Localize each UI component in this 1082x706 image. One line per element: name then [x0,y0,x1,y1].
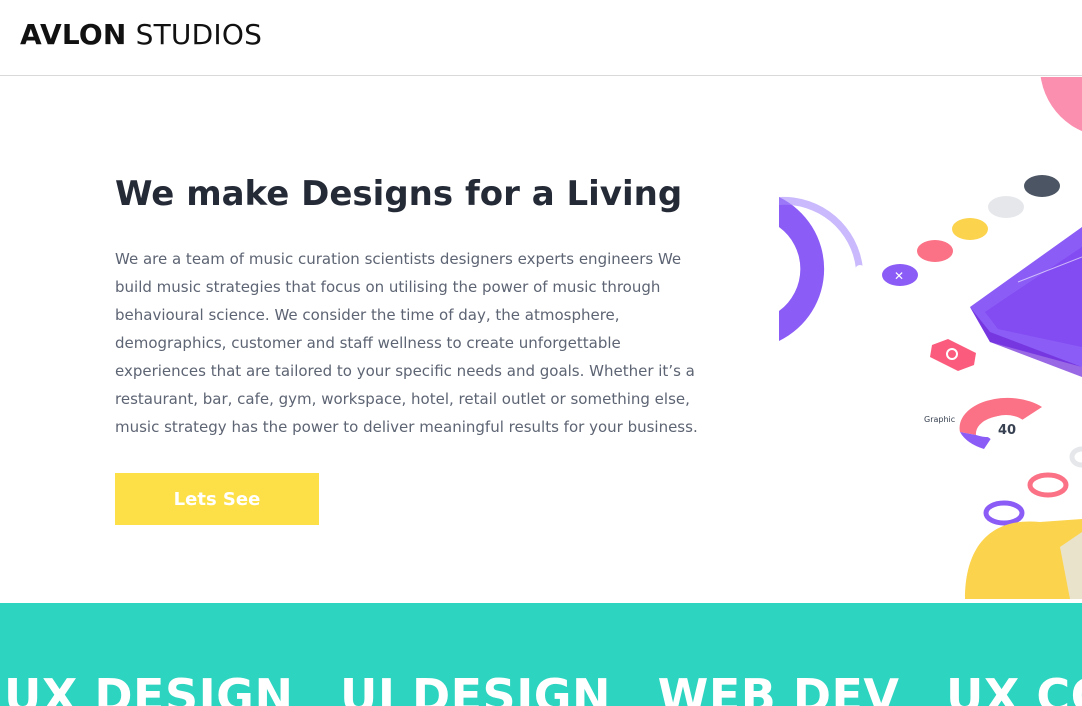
pink-blob-shape [1040,77,1082,132]
services-band: UX DESIGN UI DESIGN WEB DEV UX CONSU [0,603,1082,706]
ring-pink [1027,472,1069,498]
services-marquee: UX DESIGN UI DESIGN WEB DEV UX CONSU [4,669,1082,706]
purple-ring-shape [779,197,825,341]
service-ui-design: UI DESIGN [339,669,612,706]
brand-name-strong: AVLON [20,18,127,51]
dot-light [988,196,1024,218]
brand-name-light: STUDIOS [135,18,263,51]
brand-logo[interactable]: AVLON STUDIOS [20,18,262,51]
svg-text:✕: ✕ [894,269,904,283]
service-ux-consulting: UX CONSU [946,669,1082,706]
hero-illustration: ✕ 40 Graphic [779,77,1082,599]
hero-headline: We make Designs for a Living [115,174,683,214]
gauge-label: Graphic [924,415,955,424]
gauge-value: 40 [998,423,1016,438]
hero-description: We are a team of music curation scientis… [115,250,698,436]
lets-see-button[interactable]: Lets See [115,473,319,525]
service-ux-design: UX DESIGN [4,669,294,706]
ring-purple [983,500,1025,526]
top-navbar: AVLON STUDIOS [0,0,1082,76]
location-card [930,339,976,371]
dot-dark [1024,175,1060,197]
dot-yellow [952,218,988,240]
service-web-dev: WEB DEV [657,669,900,706]
dot-pink [917,240,953,262]
hero-section: We make Designs for a Living We are a te… [0,77,1082,603]
